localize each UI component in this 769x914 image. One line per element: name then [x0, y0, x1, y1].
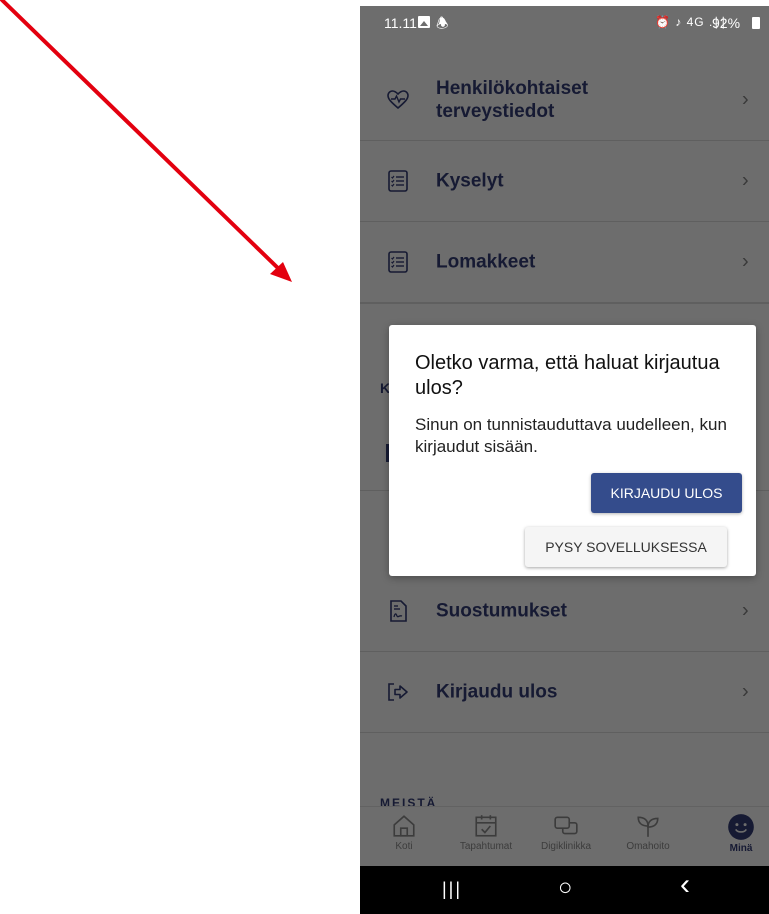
logout-confirm-dialog: Oletko varma, että haluat kirjautua ulos… [389, 325, 756, 576]
menu-item-logout[interactable]: Kirjaudu ulos › [360, 652, 769, 733]
nav-label: Tapahtumat [459, 841, 513, 852]
pocket-icon: 🕭 [436, 15, 449, 31]
nav-label: Minä [729, 843, 753, 854]
confirm-logout-button[interactable]: KIRJAUDU ULOS [591, 473, 742, 513]
menu-divider [360, 303, 769, 304]
checklist-icon [388, 170, 408, 192]
menu-item-forms[interactable]: Lomakkeet › [360, 222, 769, 303]
bottom-navigation: Koti Tapahtumat Digiklinikka Omahoito Mi… [360, 806, 769, 867]
chevron-right-icon: › [742, 169, 749, 192]
back-button[interactable]: ‹ [680, 868, 690, 902]
checklist-icon [388, 251, 408, 273]
nav-me[interactable]: Minä [705, 811, 769, 865]
recent-apps-button[interactable]: ||| [442, 879, 462, 900]
nav-label: Omahoito [626, 841, 670, 852]
battery-icon [752, 17, 760, 29]
chevron-right-icon: › [742, 88, 749, 111]
chevron-right-icon: › [742, 680, 749, 703]
menu-item-health-records[interactable]: Henkilökohtaiset terveystiedot › [360, 60, 769, 141]
menu-item-consents[interactable]: Suostumukset › [360, 571, 769, 652]
menu-item-surveys[interactable]: Kyselyt › [360, 141, 769, 222]
nav-label: Koti [395, 841, 413, 852]
gallery-icon [418, 16, 430, 28]
menu-item-label: Henkilökohtaiset terveystiedot [436, 78, 589, 122]
dialog-message: Sinun on tunnistauduttava uudelleen, kun… [415, 415, 727, 456]
stay-in-app-button[interactable]: PYSY SOVELLUKSESSA [525, 527, 727, 567]
home-button[interactable]: ○ [558, 874, 573, 902]
menu-item-label: Kirjaudu ulos [436, 681, 558, 703]
menu-item-label: Suostumukset [436, 600, 567, 622]
smiley-icon [728, 814, 754, 840]
menu-item-label: Lomakkeet [436, 251, 536, 273]
status-time: 11.11 [384, 15, 417, 31]
home-icon [393, 815, 415, 837]
system-navigation-bar: ||| ○ ‹ [360, 866, 769, 914]
chevron-right-icon: › [742, 250, 749, 273]
status-bar: 11.11 🕭 ⏰ ♪ 4G .∣∣ 92% [360, 6, 769, 40]
menu-item-label: Kyselyt [436, 170, 504, 192]
chat-bubbles-icon [554, 816, 578, 835]
calendar-check-icon [475, 815, 497, 837]
signed-document-icon [390, 600, 407, 622]
nav-home[interactable]: Koti [368, 811, 440, 865]
phone-screen: 11.11 🕭 ⏰ ♪ 4G .∣∣ 92% Henkilökohtaiset … [360, 6, 769, 914]
heart-pulse-icon [387, 90, 409, 110]
dialog-title: Oletko varma, että haluat kirjautua ulos… [415, 352, 720, 399]
annotation-arrow [0, 0, 292, 282]
battery-percent: 92% [712, 15, 741, 31]
nav-selfcare[interactable]: Omahoito [612, 811, 684, 865]
nav-label: Digiklinikka [540, 841, 591, 852]
chevron-right-icon: › [742, 599, 749, 622]
sprout-icon [637, 816, 659, 837]
nav-events[interactable]: Tapahtumat [450, 811, 522, 865]
nav-digiclinic[interactable]: Digiklinikka [530, 811, 602, 865]
logout-icon [388, 683, 408, 701]
